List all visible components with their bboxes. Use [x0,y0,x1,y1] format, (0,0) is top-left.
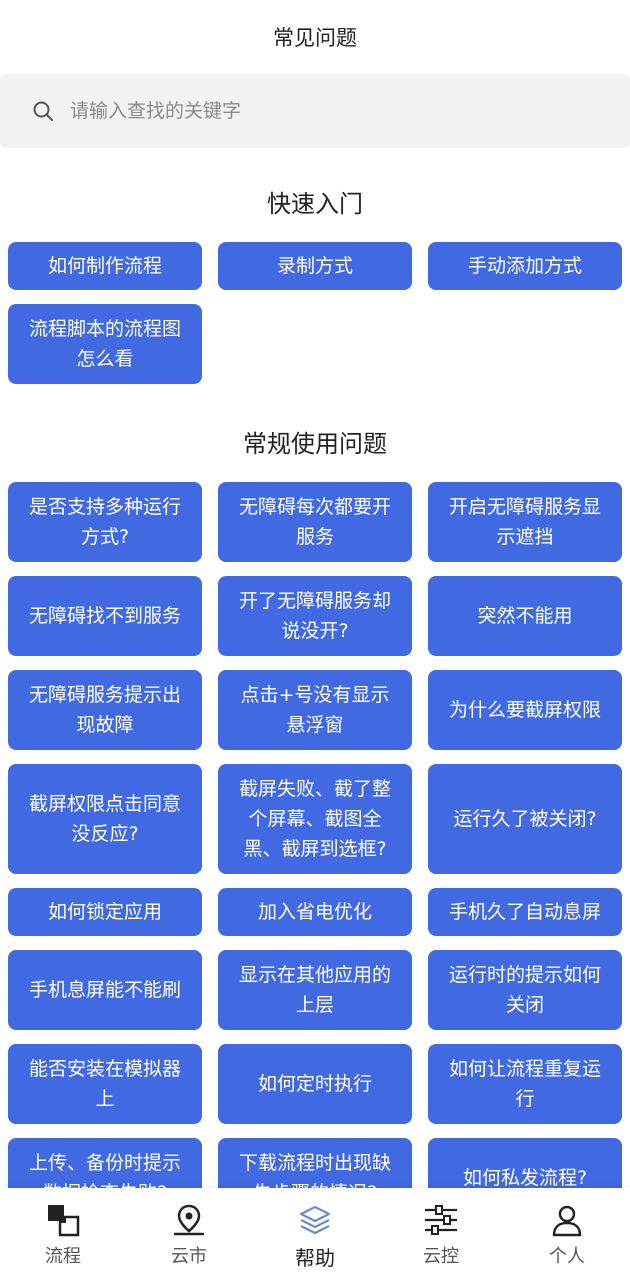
faq-button[interactable]: 为什么要截屏权限 [428,670,622,750]
faq-button[interactable]: 无障碍找不到服务 [8,576,202,656]
sliders-icon [423,1202,459,1238]
faq-button[interactable]: 如何制作流程 [8,242,202,290]
common-questions-grid: 是否支持多种运行方式? 无障碍每次都要开服务 开启无障碍服务显示遮挡 无障碍找不… [8,482,622,1188]
faq-button[interactable]: 无障碍每次都要开服务 [218,482,412,562]
tab-label: 云控 [423,1246,459,1267]
tab-cloud-market[interactable]: 云市 [126,1188,252,1280]
faq-button[interactable]: 手机息屏能不能刷 [8,950,202,1030]
tab-label: 云市 [171,1246,207,1267]
page-title: 常见问题 [273,26,357,50]
faq-button[interactable]: 运行久了被关闭? [428,764,622,874]
tab-personal[interactable]: 个人 [504,1188,630,1280]
quick-start-grid: 如何制作流程 录制方式 手动添加方式 流程脚本的流程图怎么看 [8,242,622,384]
flow-icon [45,1202,81,1238]
faq-button[interactable]: 如何私发流程? [428,1138,622,1188]
tab-label: 个人 [549,1246,585,1267]
faq-button[interactable]: 如何锁定应用 [8,888,202,936]
person-icon [549,1202,585,1238]
tab-flow[interactable]: 流程 [0,1188,126,1280]
section-title-quick-start: 快速入门 [267,190,363,218]
faq-button[interactable]: 如何定时执行 [218,1044,412,1124]
faq-button[interactable]: 下载流程时出现缺失步骤的情况? [218,1138,412,1188]
search-bar[interactable] [0,74,630,148]
faq-content[interactable]: 快速入门 如何制作流程 录制方式 手动添加方式 流程脚本的流程图怎么看 常规使用… [0,148,630,1188]
bottom-tab-bar: 流程 云市 帮助 云控 个人 [0,1188,630,1280]
faq-button[interactable]: 是否支持多种运行方式? [8,482,202,562]
faq-button[interactable]: 如何让流程重复运行 [428,1044,622,1124]
faq-button[interactable]: 突然不能用 [428,576,622,656]
tab-label: 帮助 [295,1246,335,1270]
search-input[interactable] [68,99,552,123]
section-title-common: 常规使用问题 [243,430,387,458]
tab-cloud-control[interactable]: 云控 [378,1188,504,1280]
faq-button[interactable]: 截屏失败、截了整个屏幕、截图全黑、截屏到选框? [218,764,412,874]
faq-button[interactable]: 截屏权限点击同意没反应? [8,764,202,874]
faq-button[interactable]: 开启无障碍服务显示遮挡 [428,482,622,562]
faq-button[interactable]: 无障碍服务提示出现故障 [8,670,202,750]
faq-button[interactable]: 开了无障碍服务却说没开? [218,576,412,656]
faq-button[interactable]: 点击+号没有显示悬浮窗 [218,670,412,750]
faq-button[interactable]: 上传、备份时提示数据检查失败? [8,1138,202,1188]
faq-button[interactable]: 加入省电优化 [218,888,412,936]
faq-button[interactable]: 手机久了自动息屏 [428,888,622,936]
location-icon [171,1202,207,1238]
faq-button[interactable]: 运行时的提示如何关闭 [428,950,622,1030]
faq-button[interactable]: 录制方式 [218,242,412,290]
search-icon [32,100,54,122]
layers-icon [297,1202,333,1238]
tab-label: 流程 [45,1246,81,1267]
faq-button[interactable]: 流程脚本的流程图怎么看 [8,304,202,384]
faq-button[interactable]: 手动添加方式 [428,242,622,290]
page-header: 常见问题 [0,0,630,74]
faq-button[interactable]: 能否安装在模拟器上 [8,1044,202,1124]
tab-help[interactable]: 帮助 [252,1188,378,1280]
faq-button[interactable]: 显示在其他应用的上层 [218,950,412,1030]
